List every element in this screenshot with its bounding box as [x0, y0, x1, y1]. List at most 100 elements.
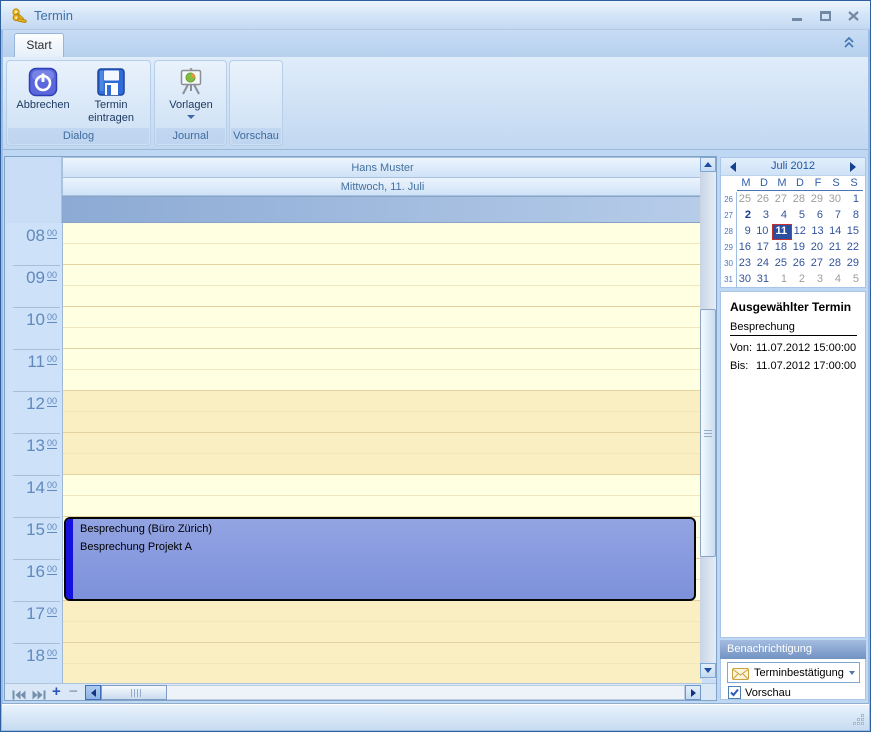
calendar-day-20[interactable]: 20: [809, 240, 827, 256]
calendar-day-30[interactable]: 30: [827, 192, 845, 208]
timeslot-13:30[interactable]: [63, 454, 702, 475]
notification-panel: Terminbestätigung Vorschau: [720, 659, 866, 700]
calendar-day-17[interactable]: 17: [755, 240, 773, 256]
keys-icon: [11, 7, 29, 25]
calendar-day-29[interactable]: 29: [845, 256, 863, 272]
collapse-ribbon-button[interactable]: [842, 35, 858, 51]
timeslot-14:30[interactable]: [63, 496, 702, 517]
calendar-day-13[interactable]: 13: [810, 224, 828, 240]
last-appointment-button[interactable]: [32, 687, 47, 697]
calendar-day-21[interactable]: 21: [827, 240, 845, 256]
dropdown-value: Terminbestätigung: [754, 667, 844, 679]
calendar-day-12[interactable]: 12: [792, 224, 810, 240]
timeslot-13:00[interactable]: [63, 433, 702, 454]
zoom-in-button[interactable]: +: [52, 683, 61, 700]
timeslot-11:00[interactable]: [63, 349, 702, 370]
termin-eintragen-button[interactable]: Termin eintragen: [77, 63, 145, 125]
timeslot-12:30[interactable]: [63, 412, 702, 433]
calendar-day-11-selected[interactable]: 11: [772, 224, 792, 240]
calendar-day-10[interactable]: 10: [755, 224, 773, 240]
calendar-day-22[interactable]: 22: [845, 240, 863, 256]
calendar-day-14[interactable]: 14: [828, 224, 846, 240]
calendar-day-2[interactable]: 2: [791, 272, 809, 288]
timeslot-09:30[interactable]: [63, 286, 702, 307]
timeslot-10:30[interactable]: [63, 328, 702, 349]
timeslot-08:30[interactable]: [63, 244, 702, 265]
calendar-day-9[interactable]: 9: [737, 224, 755, 240]
calendar-day-25[interactable]: 25: [773, 256, 791, 272]
calendar-day-6[interactable]: 6: [809, 208, 827, 224]
first-appointment-button[interactable]: [12, 687, 27, 697]
vorlagen-button[interactable]: Vorlagen: [157, 63, 225, 119]
timeslot-10:00[interactable]: [63, 307, 702, 328]
notification-type-dropdown[interactable]: Terminbestätigung: [727, 662, 860, 683]
close-button[interactable]: [846, 9, 860, 23]
calendar-day-26[interactable]: 26: [755, 192, 773, 208]
timeslot-08:00[interactable]: [63, 223, 702, 244]
scroll-down-button[interactable]: [700, 663, 716, 678]
calendar-day-28[interactable]: 28: [791, 192, 809, 208]
calendar-day-29[interactable]: 29: [809, 192, 827, 208]
calendar-day-2[interactable]: 2: [737, 208, 755, 224]
calendar-day-28[interactable]: 28: [827, 256, 845, 272]
week-number: 31: [722, 272, 737, 288]
scroll-up-button[interactable]: [700, 157, 716, 172]
calendar-day-18[interactable]: 18: [773, 240, 791, 256]
timeslot-11:30[interactable]: [63, 370, 702, 391]
calendar-day-1[interactable]: 1: [773, 272, 791, 288]
all-day-area[interactable]: [62, 196, 702, 223]
calendar-day-4[interactable]: 4: [827, 272, 845, 288]
minimize-button[interactable]: [790, 9, 804, 23]
day-name-D: D: [755, 176, 773, 190]
calendar-day-3[interactable]: 3: [755, 208, 773, 224]
calendar-day-7[interactable]: 7: [827, 208, 845, 224]
timeslot-17:30[interactable]: [63, 622, 702, 643]
hour-label-13: 1300: [5, 433, 62, 475]
timeslot-09:00[interactable]: [63, 265, 702, 286]
tab-start[interactable]: Start: [14, 33, 64, 57]
calendar-day-4[interactable]: 4: [773, 208, 791, 224]
timeslot-18:00[interactable]: [63, 643, 702, 664]
calendar-day-5[interactable]: 5: [845, 272, 863, 288]
horizontal-scroll-thumb[interactable]: [101, 685, 167, 700]
notification-header: Benachrichtigung: [720, 640, 866, 659]
resize-grip[interactable]: [850, 711, 865, 726]
timeslot-14:00[interactable]: [63, 475, 702, 496]
calendar-day-25[interactable]: 25: [737, 192, 755, 208]
calendar-day-15[interactable]: 15: [845, 224, 863, 240]
dropdown-arrow-icon: [844, 671, 859, 675]
calendar-day-27[interactable]: 27: [773, 192, 791, 208]
calendar-day-8[interactable]: 8: [845, 208, 863, 224]
status-bar: [2, 703, 869, 730]
abbrechen-button[interactable]: Abbrechen: [9, 63, 77, 125]
horizontal-scrollbar[interactable]: [85, 685, 685, 700]
vorschau-checkbox[interactable]: Vorschau: [728, 686, 791, 699]
calendar-day-31[interactable]: 31: [755, 272, 773, 288]
calendar-day-26[interactable]: 26: [791, 256, 809, 272]
title-bar[interactable]: Termin: [1, 1, 870, 30]
calendar-day-23[interactable]: 23: [737, 256, 755, 272]
calendar-day-27[interactable]: 27: [809, 256, 827, 272]
calendar-day-5[interactable]: 5: [791, 208, 809, 224]
timeslot-18:30[interactable]: [63, 664, 702, 685]
calendar-day-30[interactable]: 30: [737, 272, 755, 288]
timeslot-17:00[interactable]: [63, 601, 702, 622]
maximize-button[interactable]: [818, 9, 832, 23]
calendar-day-16[interactable]: 16: [737, 240, 755, 256]
scroll-left-button[interactable]: [85, 685, 101, 700]
vertical-scroll-thumb[interactable]: [700, 309, 716, 557]
down-arrow-icon: [704, 668, 712, 673]
calendar-day-19[interactable]: 19: [791, 240, 809, 256]
calendar-day-24[interactable]: 24: [755, 256, 773, 272]
scroll-right-button[interactable]: [685, 685, 701, 700]
day-name-S: S: [845, 176, 863, 190]
zoom-out-button[interactable]: −: [69, 683, 78, 700]
week-number: 27: [722, 208, 737, 224]
next-month-button[interactable]: [848, 162, 858, 172]
hour-label-09: 0900: [5, 265, 62, 307]
calendar-day-3[interactable]: 3: [809, 272, 827, 288]
vertical-scrollbar[interactable]: [700, 157, 716, 679]
appointment-besprechung[interactable]: Besprechung (Büro Zürich) Besprechung Pr…: [64, 517, 696, 601]
timeslot-12:00[interactable]: [63, 391, 702, 412]
calendar-day-1[interactable]: 1: [845, 192, 863, 208]
